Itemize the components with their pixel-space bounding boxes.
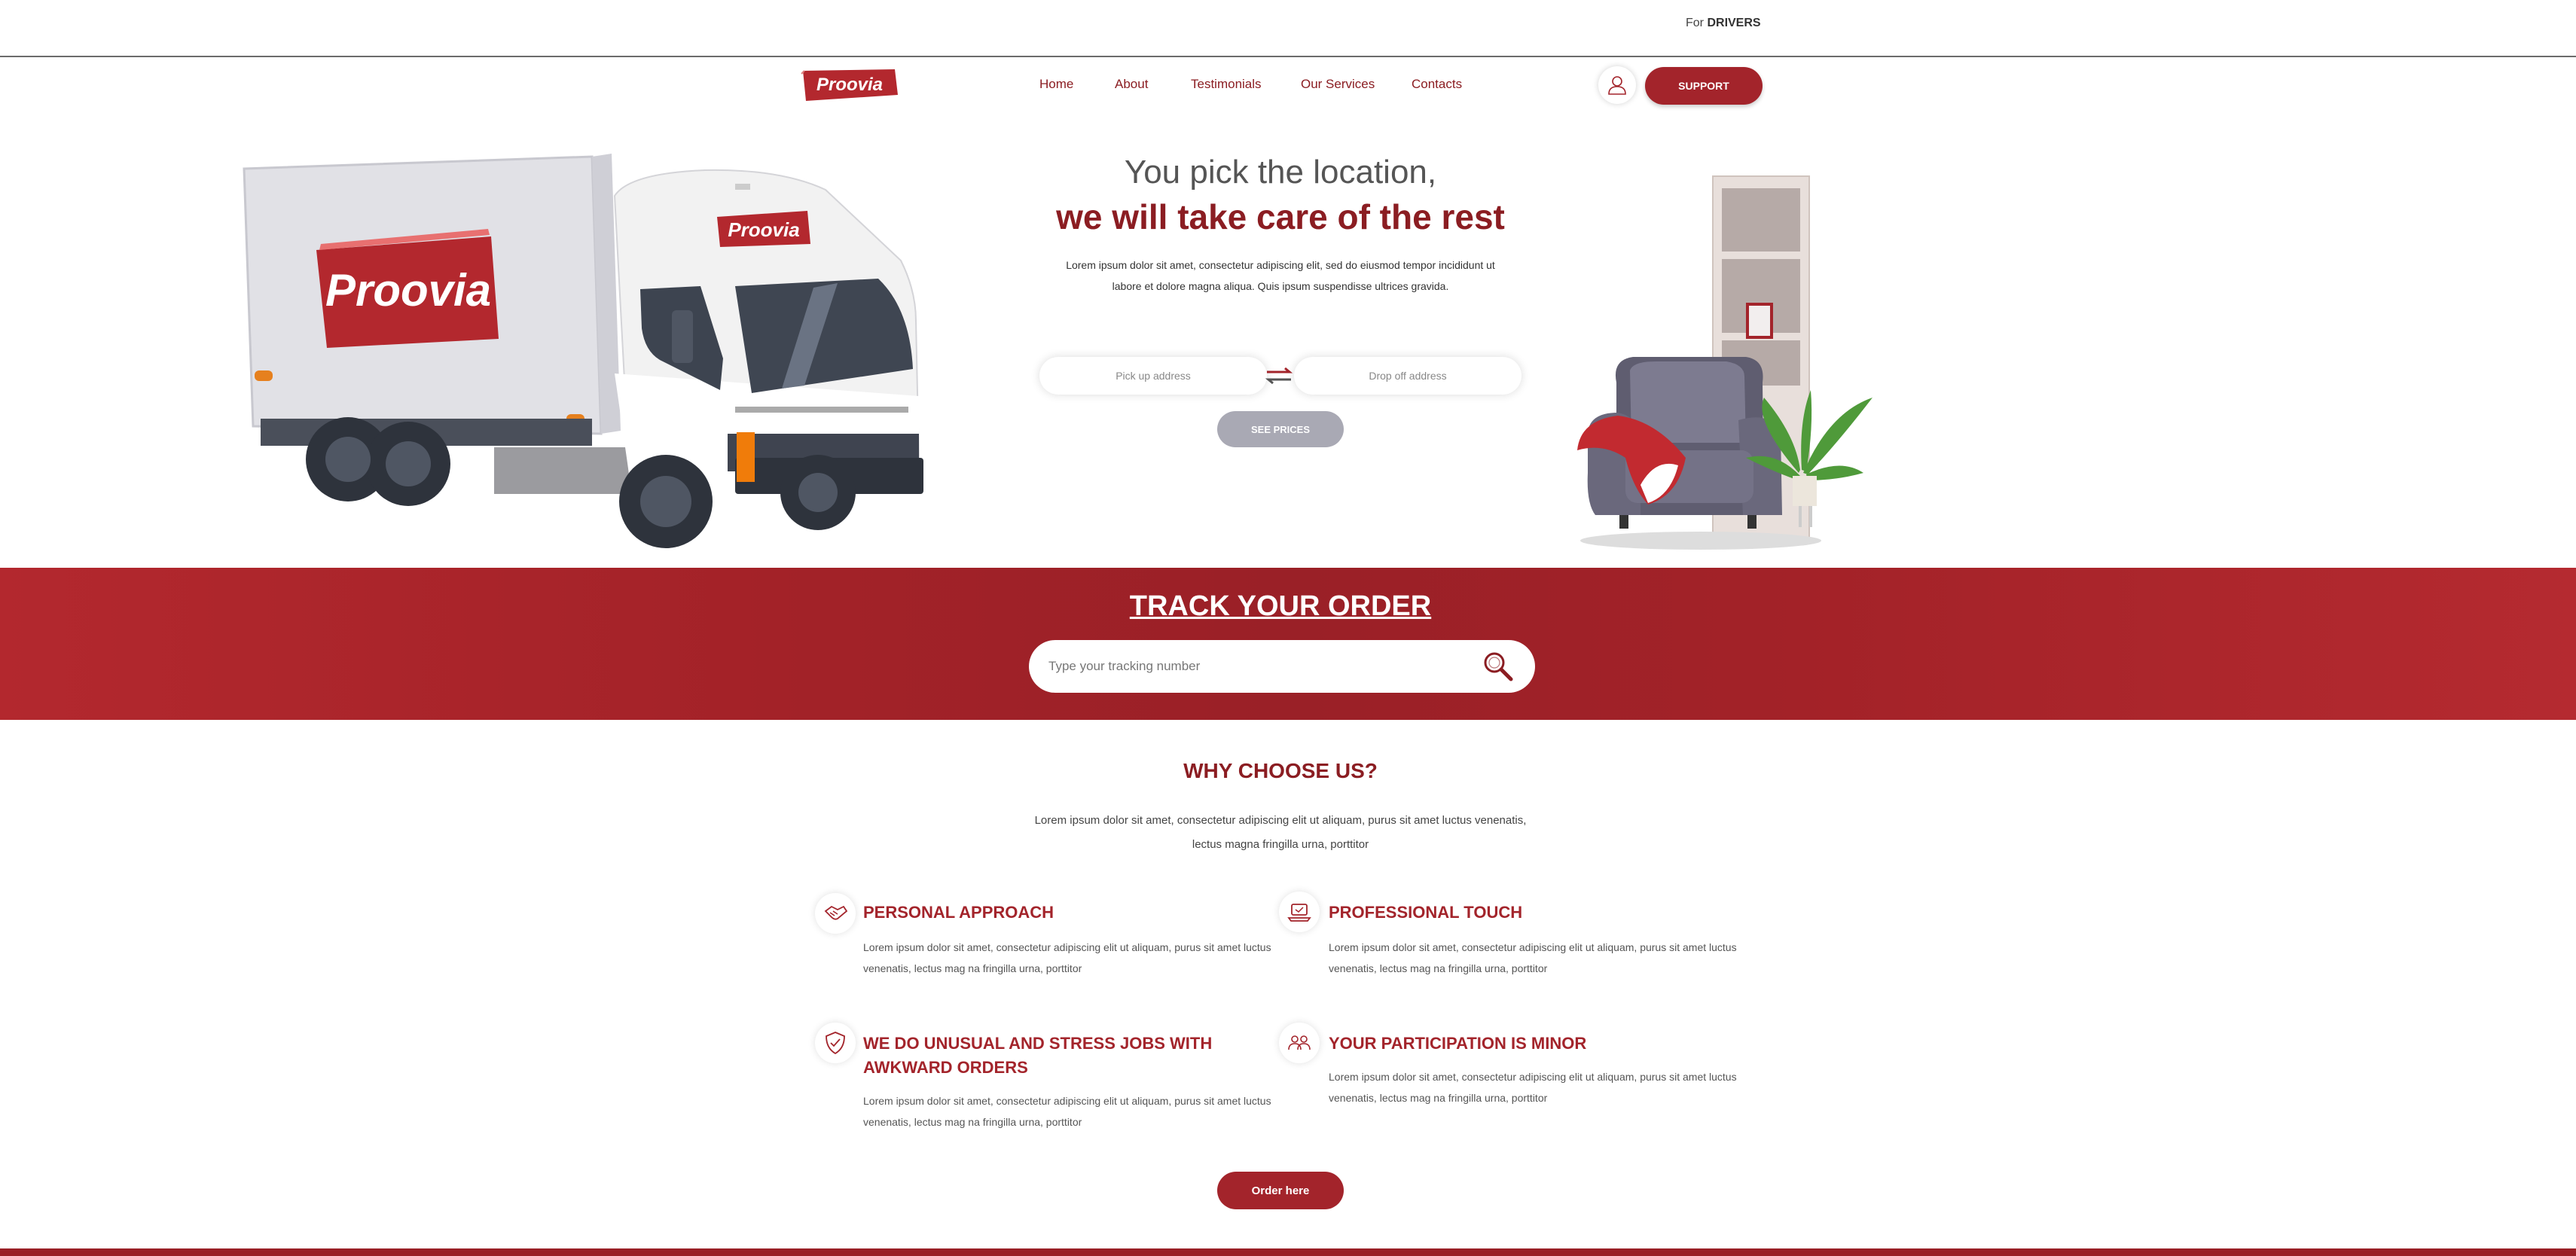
feature-text-4: Lorem ipsum dolor sit amet, consectetur … bbox=[1329, 1071, 1737, 1104]
why-choose-us-title: WHY CHOOSE US? bbox=[1183, 759, 1378, 782]
feature-icon-wrap-1 bbox=[815, 893, 856, 934]
group-icon bbox=[1288, 1035, 1311, 1050]
pickup-address-input[interactable]: Pick up address bbox=[1039, 357, 1267, 395]
tracking-number-input[interactable]: Type your tracking number bbox=[1029, 640, 1535, 693]
feature-icon-wrap-3 bbox=[815, 1023, 856, 1063]
feature-icon-wrap-2 bbox=[1279, 892, 1320, 932]
footer-strip bbox=[0, 1248, 2576, 1256]
feature-title-2: PROFESSIONAL TOUCH bbox=[1329, 903, 1523, 922]
logo-text: Proovia bbox=[816, 75, 883, 95]
for-drivers-label: DRIVERS bbox=[1707, 17, 1761, 29]
armchair-illustration bbox=[1577, 175, 1872, 550]
track-order-title: TRACK YOUR ORDER bbox=[1129, 590, 1432, 622]
nav-about[interactable]: About bbox=[1115, 77, 1148, 92]
handshake-icon bbox=[824, 905, 848, 920]
shield-check-icon bbox=[826, 1032, 845, 1055]
nav-testimonials[interactable]: Testimonials bbox=[1191, 77, 1262, 92]
laptop-icon bbox=[1287, 904, 1311, 922]
feature-text-1: Lorem ipsum dolor sit amet, consectetur … bbox=[863, 941, 1271, 974]
why-choose-us-description: Lorem ipsum dolor sit amet, consectetur … bbox=[1034, 814, 1527, 851]
see-prices-button[interactable]: SEE PRICES bbox=[1217, 411, 1344, 447]
feature-title-4: YOUR PARTICIPATION IS MINOR bbox=[1329, 1034, 1587, 1053]
hero-description: Lorem ipsum dolor sit amet, consectetur … bbox=[1066, 259, 1495, 292]
support-button[interactable]: SUPPORT bbox=[1645, 67, 1763, 105]
for-drivers-link[interactable]: For DRIVERS bbox=[1686, 17, 1761, 30]
proovia-logo[interactable]: Proovia bbox=[798, 68, 901, 102]
user-account-button[interactable] bbox=[1598, 66, 1636, 104]
order-here-button[interactable]: Order here bbox=[1217, 1172, 1344, 1209]
hero-title-line2: we will take care of the rest bbox=[1056, 197, 1505, 236]
truck-illustration: Proovia Proovia bbox=[243, 154, 923, 548]
top-bar bbox=[0, 0, 2576, 57]
nav-our-services[interactable]: Our Services bbox=[1301, 77, 1375, 92]
feature-text-3: Lorem ipsum dolor sit amet, consectetur … bbox=[863, 1095, 1271, 1128]
nav-contacts[interactable]: Contacts bbox=[1412, 77, 1462, 92]
feature-title-3: WE DO UNUSUAL AND STRESS JOBS WITH AWKWA… bbox=[863, 1034, 1213, 1077]
search-icon[interactable] bbox=[1481, 649, 1515, 684]
feature-icon-wrap-4 bbox=[1279, 1023, 1320, 1063]
feature-title-1: PERSONAL APPROACH bbox=[863, 903, 1055, 922]
feature-text-2: Lorem ipsum dolor sit amet, consectetur … bbox=[1329, 941, 1737, 974]
svg-text:Proovia: Proovia bbox=[325, 265, 491, 316]
nav-home[interactable]: Home bbox=[1039, 77, 1073, 92]
user-icon bbox=[1608, 76, 1626, 95]
swap-arrows-icon[interactable] bbox=[1264, 364, 1294, 387]
dropoff-address-input[interactable]: Drop off address bbox=[1294, 357, 1521, 395]
hero-title-line1: You pick the location, bbox=[1124, 154, 1437, 191]
svg-text:Proovia: Proovia bbox=[728, 218, 799, 241]
for-drivers-prefix: For bbox=[1686, 17, 1704, 29]
